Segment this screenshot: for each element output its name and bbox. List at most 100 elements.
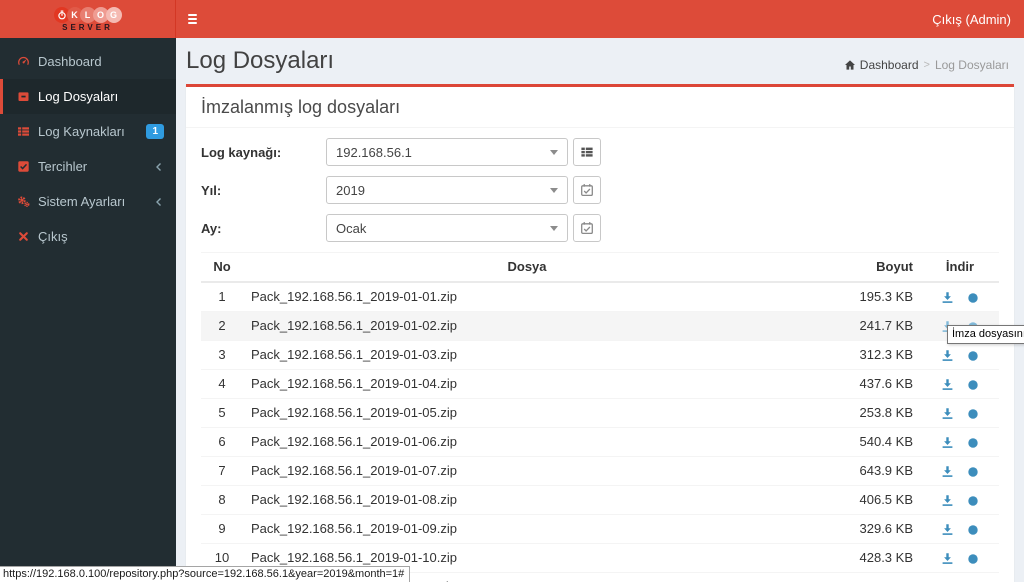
sidebar-item[interactable]: Log Dosyaları bbox=[0, 79, 176, 114]
navbar: Çıkış (Admin) bbox=[176, 0, 1024, 38]
file-size: 540.4 KB bbox=[811, 427, 921, 457]
signature-icon[interactable] bbox=[967, 292, 979, 304]
log-files-table: No Dosya Boyut İndir 1 Pack_192.168.56.1… bbox=[201, 252, 999, 582]
col-header-size: Boyut bbox=[811, 252, 921, 283]
sidebar-item[interactable]: Tercihler bbox=[0, 149, 176, 184]
sidebar-item[interactable]: Sistem Ayarları bbox=[0, 184, 176, 219]
file-name: Pack_192.168.56.1_2019-01-09.zip bbox=[243, 514, 811, 544]
logout-link[interactable]: Çıkış (Admin) bbox=[932, 12, 1011, 27]
file-name: Pack_192.168.56.1_2019-01-07.zip bbox=[243, 456, 811, 486]
signature-icon[interactable] bbox=[967, 495, 979, 507]
sidebar-item[interactable]: Log Kaynakları 1 bbox=[0, 114, 176, 149]
filter-addon-button[interactable] bbox=[573, 138, 601, 166]
table-header-row: No Dosya Boyut İndir bbox=[201, 252, 999, 283]
list-addon-icon bbox=[580, 145, 594, 159]
download-icon[interactable] bbox=[941, 465, 954, 478]
filter-label: Log kaynağı: bbox=[201, 144, 282, 160]
filter-select[interactable]: 2019 bbox=[326, 176, 568, 204]
breadcrumb-current: Log Dosyaları bbox=[934, 58, 1009, 72]
signature-icon[interactable] bbox=[967, 408, 979, 420]
file-size: 195.3 KB bbox=[811, 281, 921, 312]
file-name: Pack_192.168.56.1_2019-01-01.zip bbox=[243, 281, 811, 312]
logo-letter: G bbox=[105, 6, 122, 23]
breadcrumb-home[interactable]: Dashboard bbox=[844, 58, 919, 72]
sidebar: Dashboard Log Dosyaları Log Kaynakları 1… bbox=[0, 38, 176, 582]
content-header: Log Dosyaları Dashboard > Log Dosyaları bbox=[176, 38, 1024, 84]
signature-icon[interactable] bbox=[967, 437, 979, 449]
hamburger-icon[interactable] bbox=[186, 10, 199, 28]
signature-icon[interactable] bbox=[967, 524, 979, 536]
signature-icon[interactable] bbox=[967, 379, 979, 391]
file-name: Pack_192.168.56.1_2019-01-08.zip bbox=[243, 485, 811, 515]
table-row: 4 Pack_192.168.56.1_2019-01-04.zip 437.6… bbox=[201, 369, 999, 399]
sidebar-item[interactable]: Çıkış bbox=[0, 219, 176, 254]
caret-down-icon bbox=[550, 187, 558, 193]
filter-row: Yıl: 2019 bbox=[201, 176, 999, 204]
file-name: Pack_192.168.56.1_2019-01-04.zip bbox=[243, 369, 811, 399]
breadcrumb: Dashboard > Log Dosyaları bbox=[844, 58, 1009, 72]
filter-addon-button[interactable] bbox=[573, 214, 601, 242]
table-row: 8 Pack_192.168.56.1_2019-01-08.zip 406.5… bbox=[201, 485, 999, 515]
download-icon[interactable] bbox=[941, 436, 954, 449]
file-size: 241.7 KB bbox=[811, 311, 921, 341]
file-size: 192.4 KB bbox=[811, 572, 921, 582]
row-number: 8 bbox=[201, 485, 243, 515]
download-icon[interactable] bbox=[941, 349, 954, 362]
selected-value: Ocak bbox=[336, 220, 367, 236]
panel-body: Log kaynağı: 192.168.56.1 Yıl: 2019 Ay: … bbox=[186, 128, 1014, 582]
filter-addon-button[interactable] bbox=[573, 176, 601, 204]
col-header-file: Dosya bbox=[243, 252, 811, 283]
selected-value: 192.168.56.1 bbox=[336, 144, 412, 160]
filter-row: Ay: Ocak bbox=[201, 214, 999, 242]
download-icon[interactable] bbox=[941, 407, 954, 420]
row-number: 6 bbox=[201, 427, 243, 457]
signature-icon[interactable] bbox=[967, 553, 979, 565]
sidebar-item[interactable]: Dashboard bbox=[0, 44, 176, 79]
download-icon[interactable] bbox=[941, 378, 954, 391]
row-number: 5 bbox=[201, 398, 243, 428]
file-name: Pack_192.168.56.1_2019-01-03.zip bbox=[243, 340, 811, 370]
sidebar-item-label: Log Dosyaları bbox=[38, 89, 119, 104]
file-name: Pack_192.168.56.1_2019-01-05.zip bbox=[243, 398, 811, 428]
file-name: Pack_192.168.56.1_2019-01-06.zip bbox=[243, 427, 811, 457]
download-icon[interactable] bbox=[941, 523, 954, 536]
status-bar-url: https://192.168.0.100/repository.php?sou… bbox=[0, 566, 411, 582]
download-icon[interactable] bbox=[941, 291, 954, 304]
caret-down-icon bbox=[550, 149, 558, 155]
tooltip: İmza dosyasını indir bbox=[947, 325, 1024, 344]
file-size: 406.5 KB bbox=[811, 485, 921, 515]
file-name: Pack_192.168.56.1_2019-01-02.zip bbox=[243, 311, 811, 341]
row-number: 7 bbox=[201, 456, 243, 486]
count-badge: 1 bbox=[146, 124, 164, 139]
chevron-left-icon bbox=[154, 162, 164, 172]
top-bar: KLOG SERVER Çıkış (Admin) bbox=[0, 0, 1024, 38]
gears-icon bbox=[16, 195, 30, 208]
table-row: 9 Pack_192.168.56.1_2019-01-09.zip 329.6… bbox=[201, 514, 999, 544]
table-row: 2 Pack_192.168.56.1_2019-01-02.zip 241.7… bbox=[201, 311, 999, 341]
filter-select[interactable]: Ocak bbox=[326, 214, 568, 242]
filter-row: Log kaynağı: 192.168.56.1 bbox=[201, 138, 999, 166]
list-icon bbox=[16, 125, 30, 138]
file-archive-icon bbox=[16, 90, 30, 103]
sidebar-item-label: Log Kaynakları bbox=[38, 124, 125, 139]
table-row: 5 Pack_192.168.56.1_2019-01-05.zip 253.8… bbox=[201, 398, 999, 428]
sidebar-item-label: Çıkış bbox=[38, 229, 68, 244]
table-row: 7 Pack_192.168.56.1_2019-01-07.zip 643.9… bbox=[201, 456, 999, 486]
dashboard-icon bbox=[16, 55, 30, 68]
signature-icon[interactable] bbox=[967, 350, 979, 362]
table-row: 1 Pack_192.168.56.1_2019-01-01.zip 195.3… bbox=[201, 281, 999, 312]
filter-select[interactable]: 192.168.56.1 bbox=[326, 138, 568, 166]
filter-label: Ay: bbox=[201, 220, 222, 236]
file-size: 329.6 KB bbox=[811, 514, 921, 544]
app-logo[interactable]: KLOG SERVER bbox=[0, 0, 176, 38]
download-icon[interactable] bbox=[941, 552, 954, 565]
breadcrumb-separator: > bbox=[923, 59, 930, 71]
file-size: 253.8 KB bbox=[811, 398, 921, 428]
chevron-left-icon bbox=[154, 197, 164, 207]
panel-title: İmzalanmış log dosyaları bbox=[201, 97, 401, 117]
row-number: 3 bbox=[201, 340, 243, 370]
logo-subtitle: SERVER bbox=[62, 22, 113, 32]
signature-icon[interactable] bbox=[967, 466, 979, 478]
download-icon[interactable] bbox=[941, 494, 954, 507]
calendar-check-icon bbox=[580, 221, 594, 235]
